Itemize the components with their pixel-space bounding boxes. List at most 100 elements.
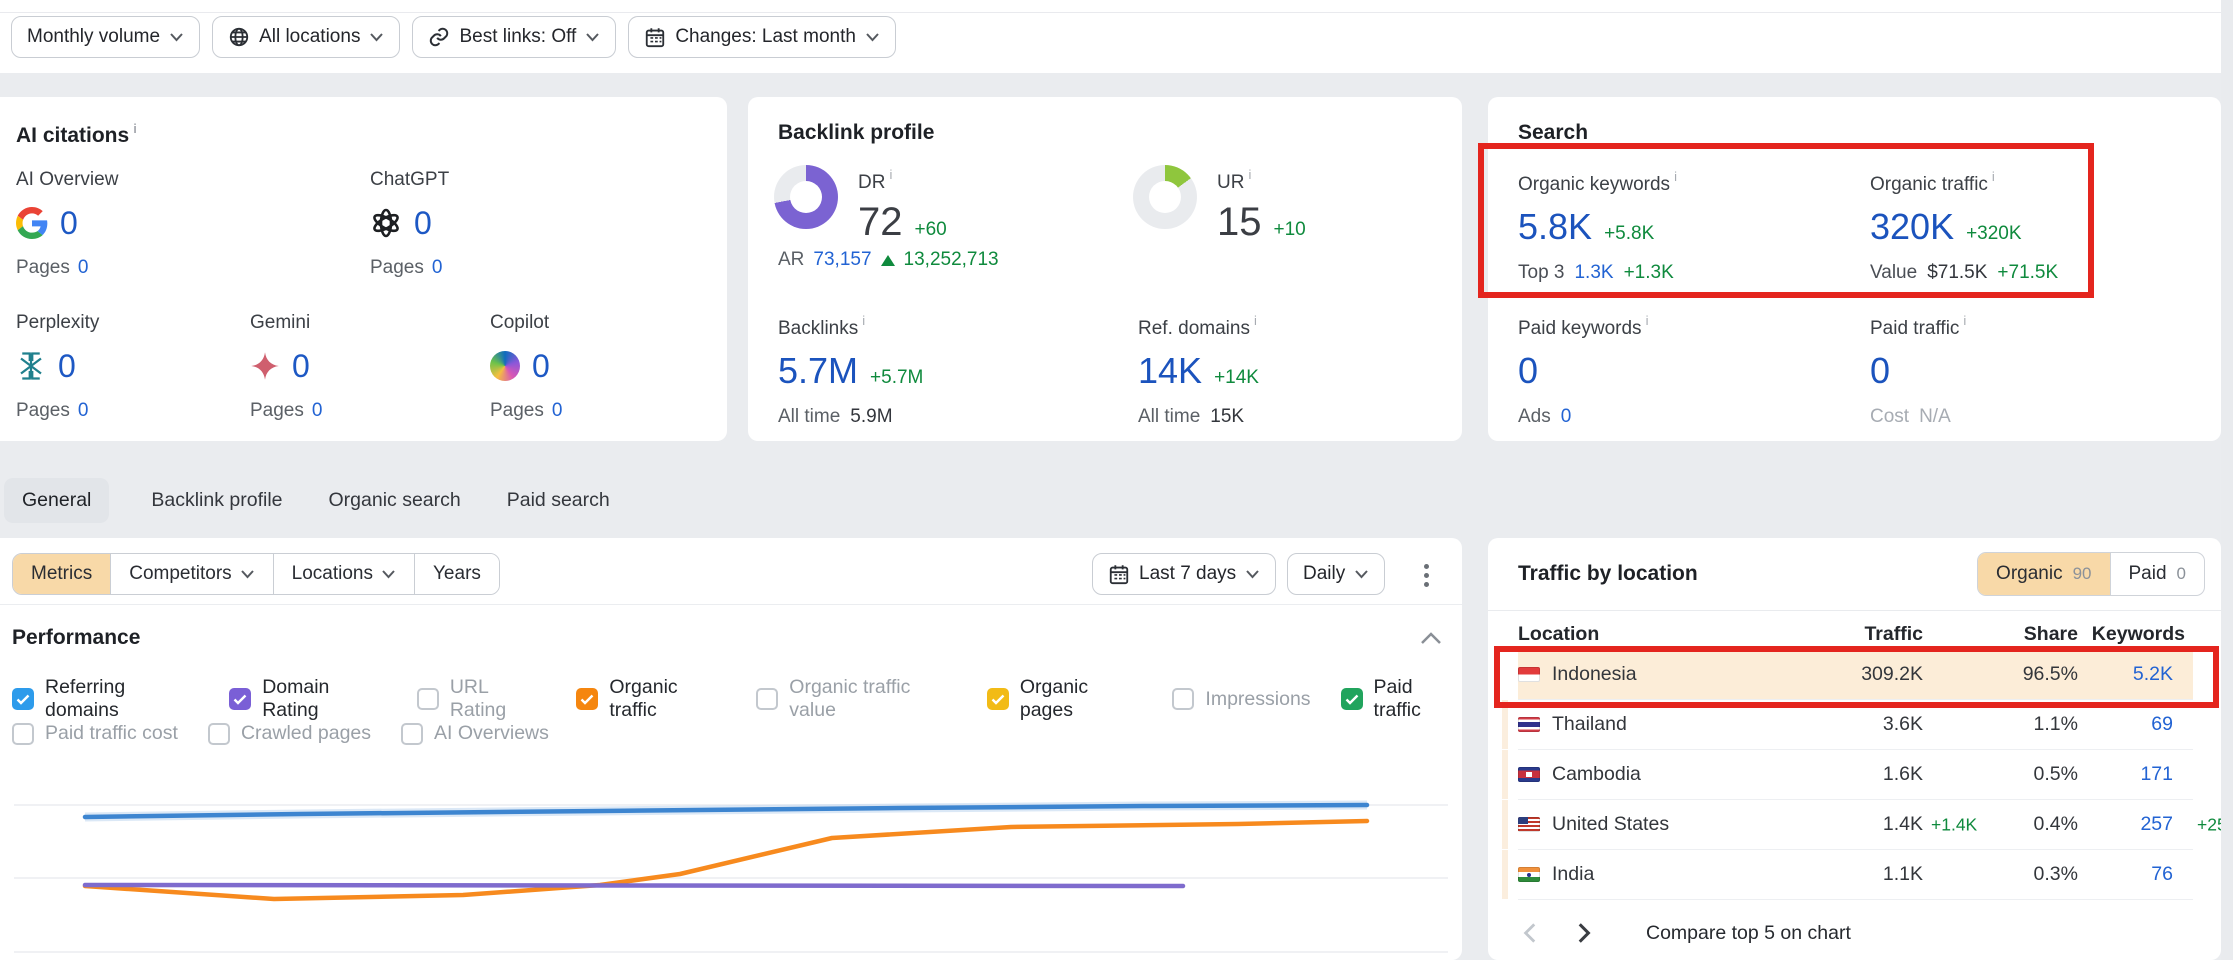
backlinks-value-link[interactable]: 5.7M [778,350,858,392]
toggle-paid[interactable]: Paid0 [2110,553,2205,595]
monthly-volume-label: Monthly volume [27,26,160,48]
checkbox-organic-pages[interactable]: Organic pages [987,676,1143,722]
locations-label: All locations [259,26,360,48]
paid-traffic-value-link[interactable]: 0 [1870,350,1890,392]
tab-organic-search[interactable]: Organic search [325,489,465,512]
backlink-profile-card: Backlink profile DRi 72+60 AR 73,157 13,… [748,97,1462,441]
google-icon [16,207,48,239]
organic-keywords-value-link[interactable]: 5.8K [1518,206,1592,248]
table-row-thailand[interactable]: Thailand 3.6K 1.1% 69 [1518,700,2193,750]
table-row-indonesia[interactable]: Indonesia 309.2K 96.5% 5.2K [1518,650,2193,700]
chatgpt-pages-link[interactable]: 0 [432,257,443,278]
changes-label: Changes: Last month [675,26,856,48]
organic-paid-toggle: Organic90 Paid0 [1977,552,2205,596]
checkbox-impressions[interactable]: Impressions [1172,688,1310,711]
changes-dropdown[interactable]: Changes: Last month [628,16,896,58]
keywords-link[interactable]: 171 [2140,763,2173,785]
segment-metrics[interactable]: Metrics [13,554,110,594]
info-icon[interactable]: i [1248,167,1251,182]
chevron-right-icon[interactable] [1570,920,1596,946]
info-icon[interactable]: i [133,121,137,136]
perplexity-icon [16,351,46,381]
organic-traffic-metric: Organic traffici 320K+320K Value$71.5K+7… [1870,169,2058,284]
perplexity-count[interactable]: 0 [58,348,76,385]
checkbox-organic-traffic-value[interactable]: Organic traffic value [756,676,957,722]
checkbox-organic-traffic[interactable]: Organic traffic [576,676,726,722]
organic-keywords-metric: Organic keywordsi 5.8K+5.8K Top 31.3K+1.… [1518,169,1677,284]
ai-citations-title: AI citationsi [16,121,137,148]
checkbox-url-rating[interactable]: URL Rating [417,676,547,722]
metric-checkbox-row-1: Referring domains Domain Rating URL Rati… [12,676,1462,722]
ar-value-link[interactable]: 73,157 [813,249,871,271]
info-icon[interactable]: i [1992,169,1995,184]
checkbox-referring-domains[interactable]: Referring domains [12,676,199,722]
checkbox-paid-traffic[interactable]: Paid traffic [1341,676,1462,722]
monthly-volume-dropdown[interactable]: Monthly volume [11,16,200,58]
chevron-down-icon [1354,569,1369,579]
table-footer: Compare top 5 on chart [1518,920,1851,946]
search-card: Search Organic keywordsi 5.8K+5.8K Top 3… [1488,97,2221,441]
gemini-count[interactable]: 0 [292,348,310,385]
perplexity-pages-link[interactable]: 0 [78,400,89,421]
link-icon [428,26,450,48]
copilot-count[interactable]: 0 [532,348,550,385]
best-links-dropdown[interactable]: Best links: Off [412,16,616,58]
dr-metric: DRi 72+60 [858,167,947,245]
table-row-cambodia[interactable]: Cambodia 1.6K 0.5% 171 [1518,750,2193,800]
column-keywords: Keywords [2078,623,2193,646]
cambodia-flag-icon [1518,767,1540,782]
ur-gauge [1133,165,1197,229]
india-flag-icon [1518,867,1540,882]
info-icon[interactable]: i [1674,169,1677,184]
chatgpt-count[interactable]: 0 [414,205,432,242]
date-range-label: Last 7 days [1139,563,1236,585]
paid-keywords-value-link[interactable]: 0 [1518,350,1538,392]
info-icon[interactable]: i [1646,313,1649,328]
ur-metric: URi 15+10 [1217,167,1306,245]
chevron-down-icon [1245,569,1260,579]
kebab-menu-icon[interactable] [1411,560,1441,590]
keywords-link[interactable]: 257 [2140,813,2173,835]
calendar-icon [1108,563,1130,585]
organic-traffic-value-link[interactable]: 320K [1870,206,1954,248]
keywords-link[interactable]: 69 [2151,713,2173,735]
chevron-left-icon[interactable] [1518,920,1544,946]
tab-backlink-profile[interactable]: Backlink profile [147,489,286,512]
copilot-pages-link[interactable]: 0 [552,400,563,421]
tab-paid-search[interactable]: Paid search [503,489,614,512]
keywords-link[interactable]: 5.2K [2133,663,2173,685]
info-icon[interactable]: i [1963,313,1966,328]
keywords-link[interactable]: 76 [2151,863,2173,885]
gemini-icon [250,351,280,381]
dr-gauge [774,165,838,229]
info-icon[interactable]: i [862,313,865,328]
checkbox-domain-rating[interactable]: Domain Rating [229,676,387,722]
dr-value: 72 [858,200,903,245]
table-row-united-states[interactable]: United States 1.4K+1.4K 0.4% 257+255 [1518,800,2193,850]
ref-domains-value-link[interactable]: 14K [1138,350,1202,392]
ai-overview-count[interactable]: 0 [60,205,78,242]
tab-general[interactable]: General [4,478,109,523]
ai-overview-pages-link[interactable]: 0 [78,257,89,278]
table-row-india[interactable]: India 1.1K 0.3% 76 [1518,850,2193,900]
info-icon[interactable]: i [889,167,892,182]
granularity-dropdown[interactable]: Daily [1287,553,1385,595]
table-header: Location Traffic Share Keywords [1518,618,2193,650]
info-icon[interactable]: i [1254,313,1257,328]
segment-competitors[interactable]: Competitors [110,554,272,594]
ads-value-link[interactable]: 0 [1561,406,1572,428]
ai-item-gemini: Gemini 0 Pages0 [250,312,322,422]
ref-domains-metric: Ref. domainsi 14K+14K All time15K [1138,313,1259,428]
locations-dropdown[interactable]: All locations [212,16,400,58]
date-range-dropdown[interactable]: Last 7 days [1092,553,1276,595]
performance-chart[interactable] [0,730,1462,960]
search-title: Search [1518,121,1588,145]
top3-value-link[interactable]: 1.3K [1574,262,1613,284]
chevron-up-icon[interactable] [1420,630,1442,646]
segment-locations[interactable]: Locations [273,554,414,594]
paid-keywords-metric: Paid keywordsi 0 Ads0 [1518,313,1648,428]
segment-years[interactable]: Years [414,554,499,594]
ar-delta: 13,252,713 [904,249,999,271]
gemini-pages-link[interactable]: 0 [312,400,323,421]
toggle-organic[interactable]: Organic90 [1978,553,2109,595]
